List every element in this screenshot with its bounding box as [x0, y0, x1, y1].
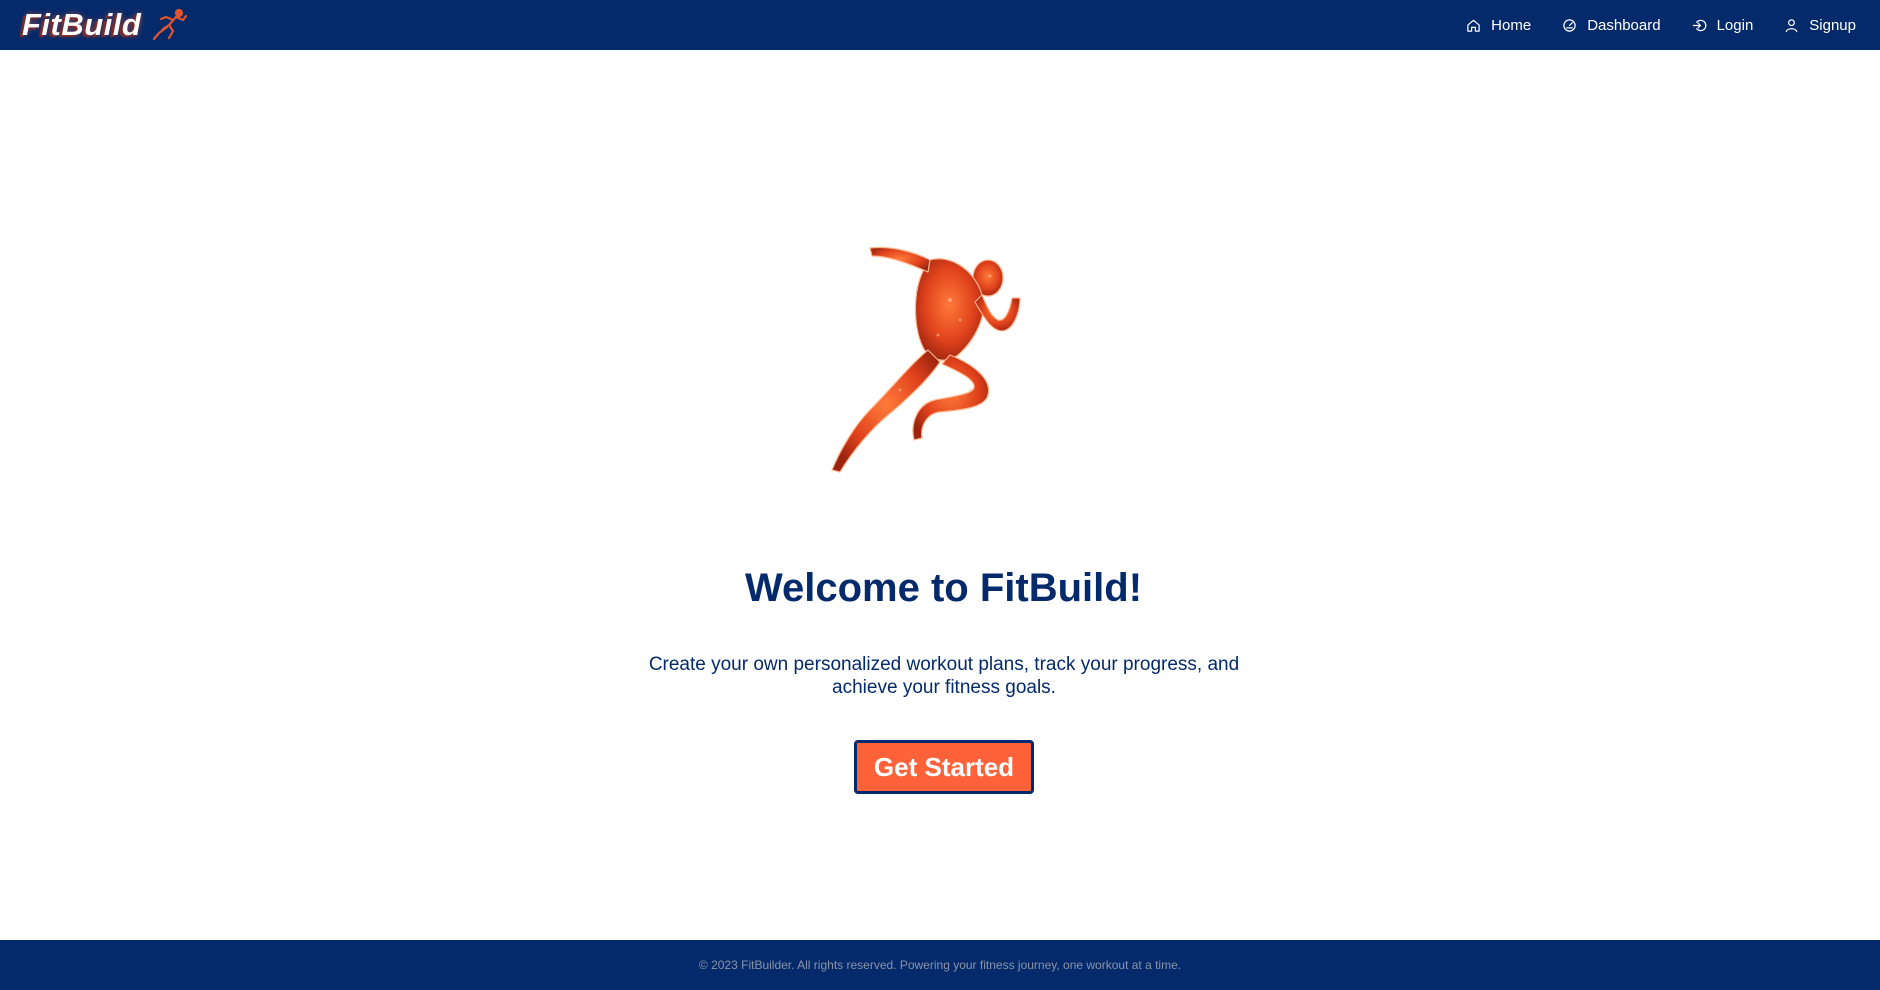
brand-logo[interactable]: FitBuild [22, 0, 189, 50]
nav-signup[interactable]: Signup [1784, 17, 1856, 34]
nav-login[interactable]: Login [1692, 16, 1754, 34]
login-icon [1692, 19, 1706, 31]
nav-links: Home Dashboard Login Signup [1466, 0, 1856, 50]
hero-section: Welcome to FitBuild! Create your own per… [0, 50, 1880, 940]
nav-dashboard[interactable]: Dashboard [1562, 16, 1661, 34]
footer-copyright: © 2023 FitBuilder. All rights reserved. … [698, 958, 1182, 972]
nav-login-label: Login [1716, 16, 1754, 34]
brand-name: FitBuild [22, 7, 142, 42]
page-title: Welcome to FitBuild! [744, 566, 1143, 610]
nav-home-label: Home [1491, 16, 1532, 34]
runner-icon [153, 8, 188, 41]
nav-dashboard-label: Dashboard [1587, 16, 1661, 34]
nav-home[interactable]: Home [1466, 17, 1531, 34]
user-icon [1786, 18, 1798, 32]
dashboard-icon [1563, 18, 1576, 32]
navbar: FitBuild Home Dashboard Login Signup [0, 0, 1880, 50]
footer: © 2023 FitBuilder. All rights reserved. … [0, 940, 1880, 990]
hero-subtitle: Create your own personalized workout pla… [648, 654, 1240, 698]
home-icon [1467, 19, 1480, 32]
nav-signup-label: Signup [1809, 16, 1856, 34]
get-started-button[interactable]: Get Started [854, 740, 1034, 794]
sprinting-runner-illustration [831, 246, 1021, 473]
